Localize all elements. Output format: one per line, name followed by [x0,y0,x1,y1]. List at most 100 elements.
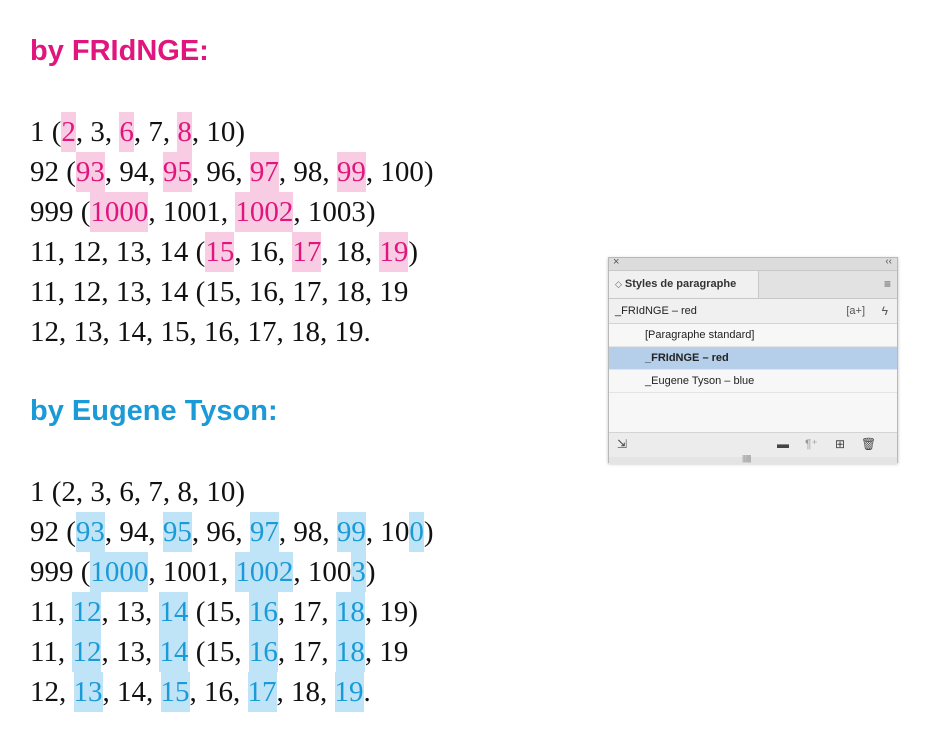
number-line: 92 (93, 94, 95, 96, 97, 98, 99, 100) [30,152,434,192]
highlighted-number: 1002 [235,192,294,232]
highlighted-number: 97 [249,512,279,552]
paragraph-styles-panel: × ‹‹ ◇ Styles de paragraphe ≡ _FRIdNGE – … [608,256,898,464]
style-list-item[interactable]: _Eugene Tyson – blue [609,370,897,393]
style-list-item[interactable]: _FRIdNGE – red [609,347,897,370]
text-segment: , 18, [321,236,380,268]
text-segment: ) [365,556,376,588]
highlighted-number: 14 [159,592,189,632]
highlighted-number: 17 [292,232,322,272]
panel-bottom-bar: ⇲ ▬ ¶⁺ ⊞ 🗑 [609,432,897,457]
text-segment: (15, [188,596,249,628]
text-segment: , 17, [277,596,336,628]
text-segment: , 17, [277,636,336,668]
highlighted-number: 99 [336,512,366,552]
highlighted-number: 8 [177,112,192,152]
text-segment: , 100) [365,156,434,188]
text-segment: 12, [30,676,74,708]
close-icon[interactable]: × [613,256,619,268]
panel-menu-icon[interactable]: ≡ [884,277,891,291]
quick-apply-icon[interactable]: ϟ [882,299,888,323]
trash-icon[interactable]: 🗑 [861,437,876,451]
text-segment: , 96, [191,156,250,188]
text-segment: , 19) [364,596,419,628]
number-line: 999 (1000, 1001, 1002, 1003) [30,552,434,592]
highlighted-number: 1000 [90,192,149,232]
text-segment: , 1003) [293,196,376,228]
current-style-row: _FRIdNGE – red [a+] ϟ [609,299,897,324]
text-segment: , 10 [365,516,410,548]
highlighted-number: 95 [162,152,192,192]
tab-arrows-icon: ◇ [615,279,622,289]
text-segment: , 98, [278,516,337,548]
text-segment: , 13, [101,596,160,628]
number-line: 11, 12, 13, 14 (15, 16, 17, 18, 19) [30,232,434,272]
fringe-heading: by FRIdNGE: [30,35,209,67]
number-line: 11, 12, 13, 14 (15, 16, 17, 18, 19 [30,272,434,312]
text-segment: 11, 12, 13, 14 (15, 16, 17, 18, 19 [30,276,409,308]
text-segment: , 16, [234,236,293,268]
highlighted-number: 18 [335,632,365,672]
highlighted-number: 19 [334,672,364,712]
load-styles-icon[interactable]: ⇲ [617,437,627,451]
highlighted-number: 18 [335,592,365,632]
folder-icon[interactable]: ▬ [777,437,789,451]
grip-marks: |||||||| [742,454,752,463]
text-segment: , 1001, [148,196,236,228]
highlighted-number: 16 [248,592,278,632]
highlighted-number: 95 [162,512,192,552]
fringe-lines: 1 (2, 3, 6, 7, 8, 10) 92 (93, 94, 95, 96,… [30,112,434,352]
tab-label: Styles de paragraphe [624,278,737,290]
number-line: 12, 13, 14, 15, 16, 17, 18, 19. [30,672,434,712]
resize-grip[interactable]: |||||||| [609,454,897,464]
highlighted-number: 1002 [235,552,294,592]
panel-tab-row: ◇ Styles de paragraphe ≡ [609,271,897,299]
text-segment: 12, 13, 14, 15, 16, 17, 18, 19. [30,316,371,348]
text-segment: 1 ( [30,116,62,148]
text-segment: , 14, [102,676,161,708]
text-segment: 92 ( [30,156,76,188]
number-line: 92 (93, 94, 95, 96, 97, 98, 99, 100) [30,512,434,552]
text-segment: ) [423,516,434,548]
text-segment: (15, [188,636,249,668]
text-segment: 11, [30,636,73,668]
text-segment: , 7, [133,116,178,148]
tyson-heading: by Eugene Tyson: [30,395,278,427]
text-segment: 1 (2, 3, 6, 7, 8, 10) [30,476,246,508]
highlighted-number: 1000 [90,552,149,592]
highlighted-number: 15 [205,232,235,272]
text-segment: 11, [30,596,73,628]
highlighted-number: 6 [119,112,134,152]
highlighted-number: 19 [379,232,409,272]
text-segment: , 96, [191,516,250,548]
number-line: 12, 13, 14, 15, 16, 17, 18, 19. [30,312,434,352]
text-segment: 999 ( [30,196,91,228]
highlighted-number: 2 [61,112,76,152]
number-line: 999 (1000, 1001, 1002, 1003) [30,192,434,232]
highlighted-number: 17 [247,672,277,712]
text-segment: , 100 [293,556,352,588]
tab-paragraph-styles[interactable]: ◇ Styles de paragraphe [609,271,759,298]
highlighted-number: 12 [72,632,102,672]
current-style-label: _FRIdNGE – red [615,305,697,317]
highlighted-number: 12 [72,592,102,632]
text-segment: , 1001, [148,556,236,588]
text-segment: 999 ( [30,556,91,588]
clear-overrides-icon[interactable]: ¶⁺ [805,437,818,451]
number-line: 11, 12, 13, 14 (15, 16, 17, 18, 19) [30,592,434,632]
text-segment: , 3, [75,116,120,148]
highlighted-number: 14 [159,632,189,672]
create-style-from-selection-icon[interactable]: [a+] [846,299,865,323]
style-list-item[interactable]: [Paragraphe standard] [609,324,897,347]
highlighted-number: 0 [409,512,424,552]
highlighted-number: 15 [160,672,190,712]
tyson-lines: 1 (2, 3, 6, 7, 8, 10) 92 (93, 94, 95, 96,… [30,472,434,712]
highlighted-number: 97 [249,152,279,192]
highlighted-number: 16 [248,632,278,672]
text-segment: , 19 [364,636,409,668]
new-style-icon[interactable]: ⊞ [835,437,845,451]
collapse-icon[interactable]: ‹‹ [885,256,892,267]
text-segment: 11, 12, 13, 14 ( [30,236,206,268]
text-segment: , 98, [278,156,337,188]
highlighted-number: 99 [336,152,366,192]
highlighted-number: 93 [75,152,105,192]
